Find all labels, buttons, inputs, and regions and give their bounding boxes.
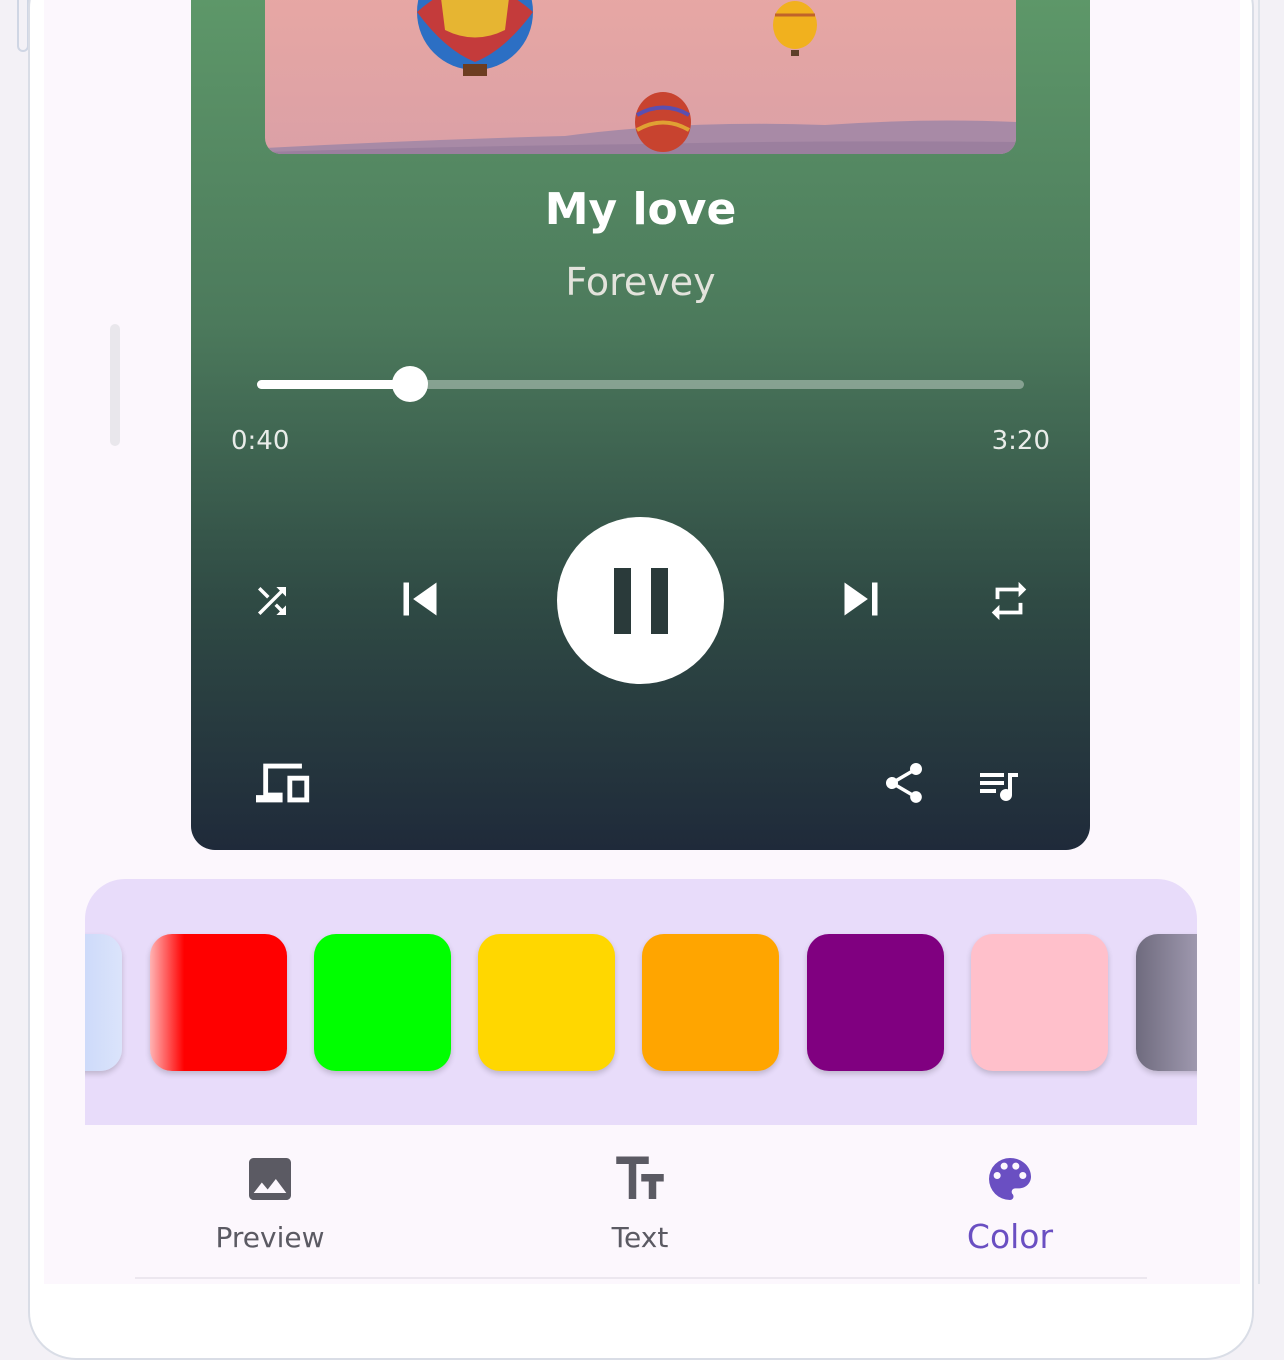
bottom-navigation: Preview Text Color xyxy=(85,1125,1197,1284)
text-fields-icon xyxy=(455,1151,825,1207)
nav-label-preview: Preview xyxy=(215,1221,325,1254)
color-swatch-pink[interactable] xyxy=(971,934,1108,1071)
queue-button[interactable] xyxy=(973,760,1023,810)
scroll-handle[interactable] xyxy=(110,324,120,446)
color-swatch-purple[interactable] xyxy=(807,934,944,1071)
album-artwork-image xyxy=(265,0,1016,154)
devices-button[interactable] xyxy=(255,758,315,808)
color-swatch-gray[interactable] xyxy=(1136,934,1197,1071)
share-icon xyxy=(886,763,922,803)
next-button[interactable] xyxy=(828,566,894,632)
repeat-button[interactable] xyxy=(984,576,1034,626)
nav-item-preview[interactable]: Preview xyxy=(85,1125,455,1284)
balloon-medium xyxy=(635,92,691,152)
share-button[interactable] xyxy=(879,758,929,808)
album-artwork xyxy=(265,0,1016,154)
seek-bar-progress xyxy=(257,380,411,389)
color-swatch-orange[interactable] xyxy=(642,934,779,1071)
song-title: My love xyxy=(544,184,737,235)
color-swatch-light-blue[interactable] xyxy=(85,934,122,1071)
elapsed-time: 0:40 xyxy=(231,426,290,456)
queue-music-icon xyxy=(980,773,1018,801)
nav-label-color: Color xyxy=(966,1217,1054,1256)
image-icon xyxy=(85,1151,455,1207)
palette-icon xyxy=(825,1151,1195,1207)
skip-next-icon xyxy=(844,582,878,616)
play-pause-button[interactable] xyxy=(557,517,724,684)
shuffle-icon xyxy=(258,587,286,615)
player-preview-card: My love Forevey 0:40 3:20 xyxy=(191,0,1090,850)
nav-label-text: Text xyxy=(611,1221,669,1254)
device-bezel-edge-right xyxy=(1258,0,1260,1284)
nav-divider xyxy=(135,1277,1147,1279)
devices-icon xyxy=(256,763,310,803)
color-swatch-yellow[interactable] xyxy=(478,934,615,1071)
pause-icon xyxy=(614,568,668,634)
nav-item-color[interactable]: Color xyxy=(825,1125,1195,1284)
skip-previous-icon xyxy=(403,582,437,616)
color-swatch-panel xyxy=(85,879,1197,1125)
repeat-icon xyxy=(991,581,1027,621)
nav-item-text[interactable]: Text xyxy=(455,1125,825,1284)
shuffle-button[interactable] xyxy=(247,576,297,626)
seek-bar[interactable] xyxy=(257,380,1024,389)
color-swatch-green[interactable] xyxy=(314,934,451,1071)
total-time: 3:20 xyxy=(991,426,1050,456)
seek-bar-thumb[interactable] xyxy=(392,366,429,402)
song-artist: Forevey xyxy=(565,260,716,304)
color-swatch-red[interactable] xyxy=(150,934,287,1071)
previous-button[interactable] xyxy=(387,566,453,632)
